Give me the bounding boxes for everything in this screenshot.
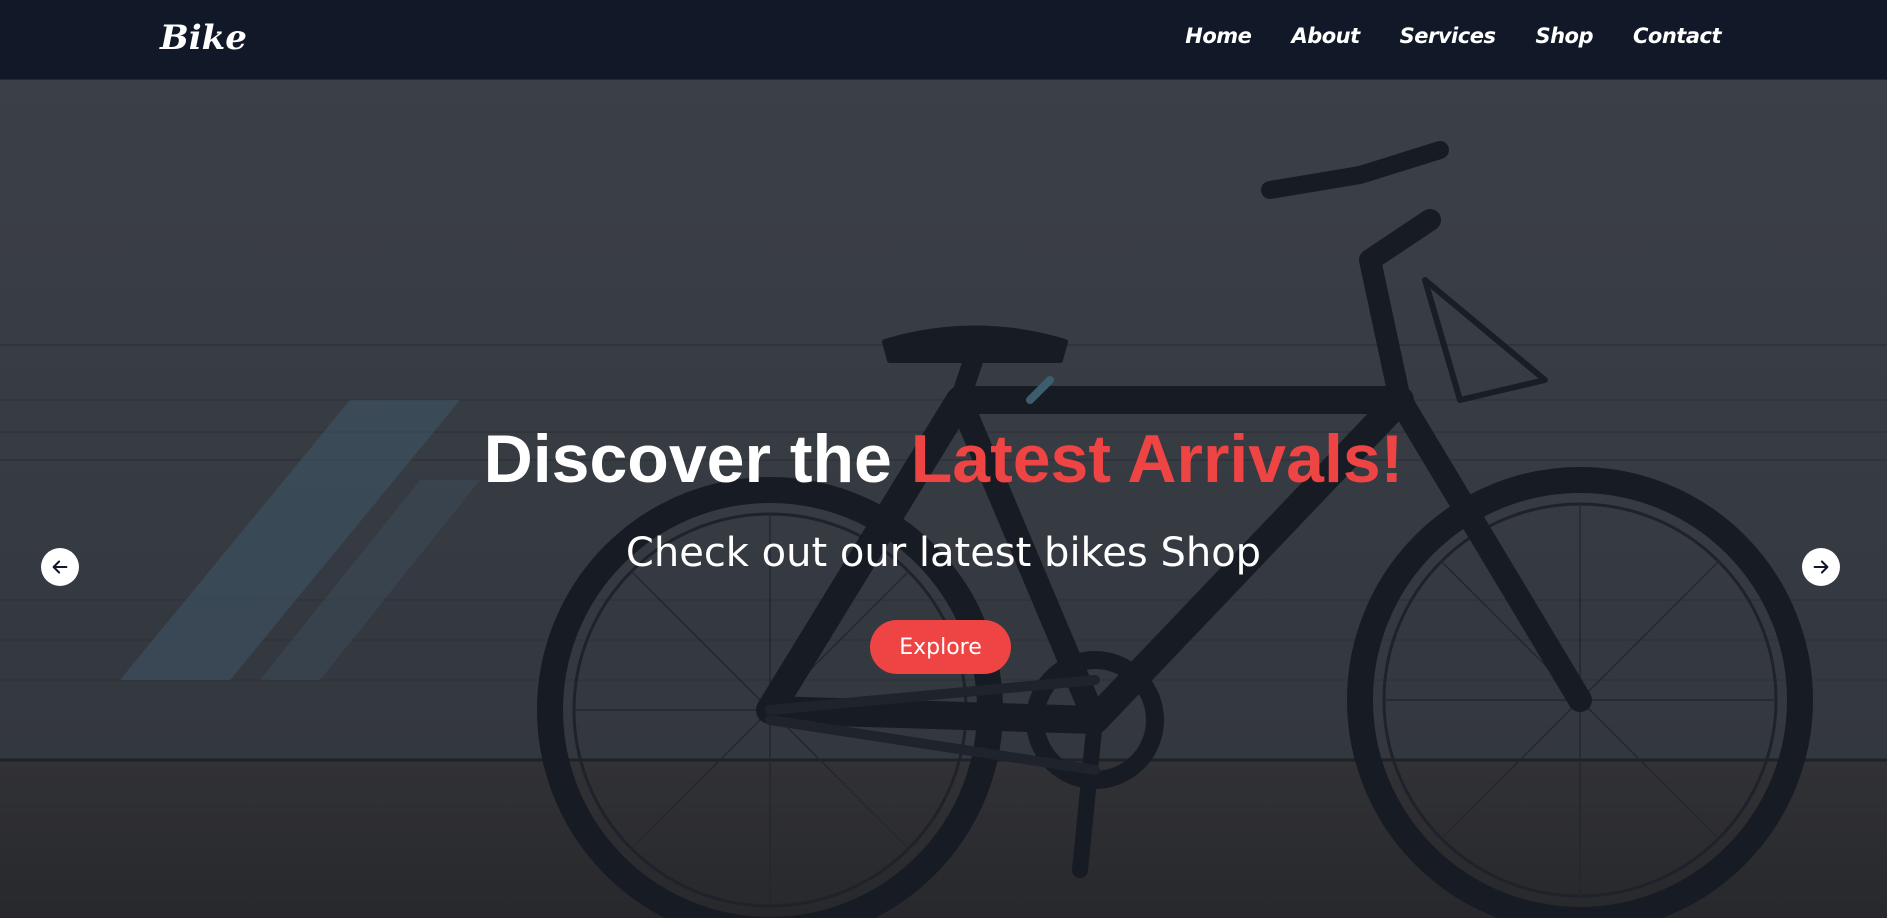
hero-carousel: Discover the Latest Arrivals! Check out …: [0, 80, 1887, 918]
arrow-left-icon: [52, 560, 68, 574]
carousel-next-button[interactable]: [1802, 548, 1840, 586]
nav-item-contact: Contact: [1633, 24, 1722, 48]
hero-overlay: [0, 80, 1887, 918]
arrow-right-icon: [1813, 560, 1829, 574]
hero-subtitle: Check out our latest bikes Shop: [625, 530, 1262, 576]
explore-button[interactable]: Explore: [870, 620, 1011, 674]
nav-link-about[interactable]: About: [1291, 24, 1360, 48]
nav-link-shop[interactable]: Shop: [1535, 24, 1593, 48]
nav-item-home: Home: [1185, 24, 1252, 48]
nav-item-about: About: [1291, 24, 1360, 48]
nav-link-contact[interactable]: Contact: [1633, 24, 1722, 48]
brand-logo[interactable]: Bike: [160, 18, 247, 58]
nav-link-services[interactable]: Services: [1400, 24, 1496, 48]
hero-title: Discover the Latest Arrivals!: [0, 420, 1887, 498]
hero-title-highlight: Latest Arrivals!: [910, 421, 1404, 497]
nav-link-home[interactable]: Home: [1185, 24, 1252, 48]
carousel-prev-button[interactable]: [41, 548, 79, 586]
nav-item-shop: Shop: [1535, 24, 1593, 48]
hero-title-prefix: Discover the: [483, 421, 911, 497]
nav-links: Home About Services Shop Contact: [1145, 24, 1721, 48]
navbar: Bike Home About Services Shop Contact: [0, 0, 1887, 80]
nav-item-services: Services: [1400, 24, 1496, 48]
